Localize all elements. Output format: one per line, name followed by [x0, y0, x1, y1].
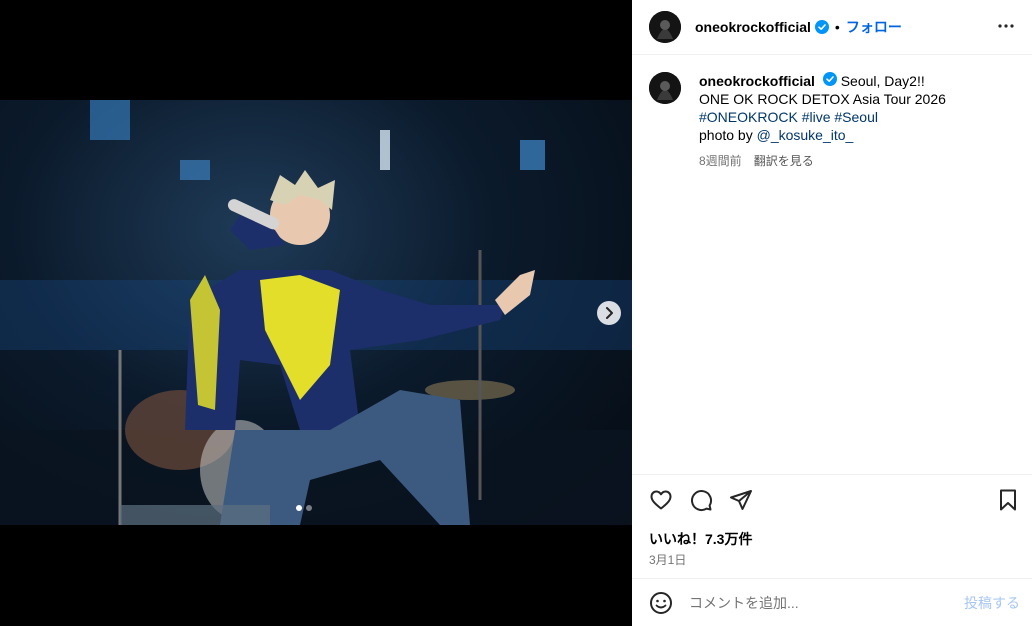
carousel-indicator — [296, 505, 312, 511]
carousel-dot-1 — [296, 505, 302, 511]
bookmark-icon[interactable] — [996, 488, 1020, 517]
like-count[interactable]: いいね！7.3万件 — [649, 529, 752, 549]
emoji-icon[interactable] — [649, 591, 673, 615]
hashtag-link[interactable]: #Seoul — [834, 109, 878, 125]
post-header: oneokrockofficial • フォロー — [632, 0, 1032, 55]
photo-credit-label: photo by — [699, 127, 753, 143]
divider — [632, 474, 1032, 475]
post-dialog: oneokrockofficial • フォロー oneokrockoffici… — [0, 0, 1032, 626]
verified-badge-icon — [814, 20, 829, 34]
carousel-dot-2 — [306, 505, 312, 511]
hashtag-link[interactable]: #live — [802, 109, 831, 125]
post-date: 3月1日 — [649, 553, 687, 567]
chevron-right-icon — [606, 307, 613, 319]
more-options-icon[interactable] — [996, 16, 1016, 41]
comment-input[interactable] — [687, 594, 941, 612]
avatar[interactable] — [649, 11, 681, 43]
hashtag-link[interactable]: #ONEOKROCK — [699, 109, 798, 125]
share-icon[interactable] — [729, 488, 753, 517]
caption-block: oneokrockofficial Seoul, Day2!! ONE OK R… — [649, 72, 1019, 170]
photographer-mention-link[interactable]: @_kosuke_ito_ — [757, 127, 854, 143]
follow-button[interactable]: フォロー — [846, 17, 902, 37]
username[interactable]: oneokrockofficial — [695, 19, 811, 35]
comment-bar: 投稿する — [632, 578, 1032, 627]
separator-dot: • — [834, 19, 840, 35]
caption-avatar[interactable] — [649, 72, 681, 104]
concert-photo-illustration — [0, 100, 632, 525]
media-pane — [0, 0, 632, 626]
post-details-panel: oneokrockofficial • フォロー oneokrockoffici… — [632, 0, 1032, 626]
caption-line-1: Seoul, Day2!! — [840, 73, 925, 89]
time-ago: 8週間前 — [699, 154, 742, 168]
caption-meta: 8週間前 翻訳を見る — [699, 152, 946, 170]
post-photo — [0, 100, 632, 525]
avatar-image — [649, 11, 681, 43]
action-bar — [649, 488, 753, 517]
caption-line-2: ONE OK ROCK DETOX Asia Tour 2026 — [699, 91, 946, 107]
translate-link[interactable]: 翻訳を見る — [754, 154, 814, 168]
avatar-image — [649, 72, 681, 104]
heart-icon[interactable] — [649, 488, 673, 517]
next-image-button[interactable] — [597, 301, 621, 325]
comment-icon[interactable] — [689, 488, 713, 517]
post-comment-button[interactable]: 投稿する — [964, 593, 1020, 613]
caption-username[interactable]: oneokrockofficial — [699, 73, 815, 89]
caption-text: oneokrockofficial Seoul, Day2!! ONE OK R… — [699, 72, 946, 170]
verified-badge-icon — [822, 72, 837, 86]
